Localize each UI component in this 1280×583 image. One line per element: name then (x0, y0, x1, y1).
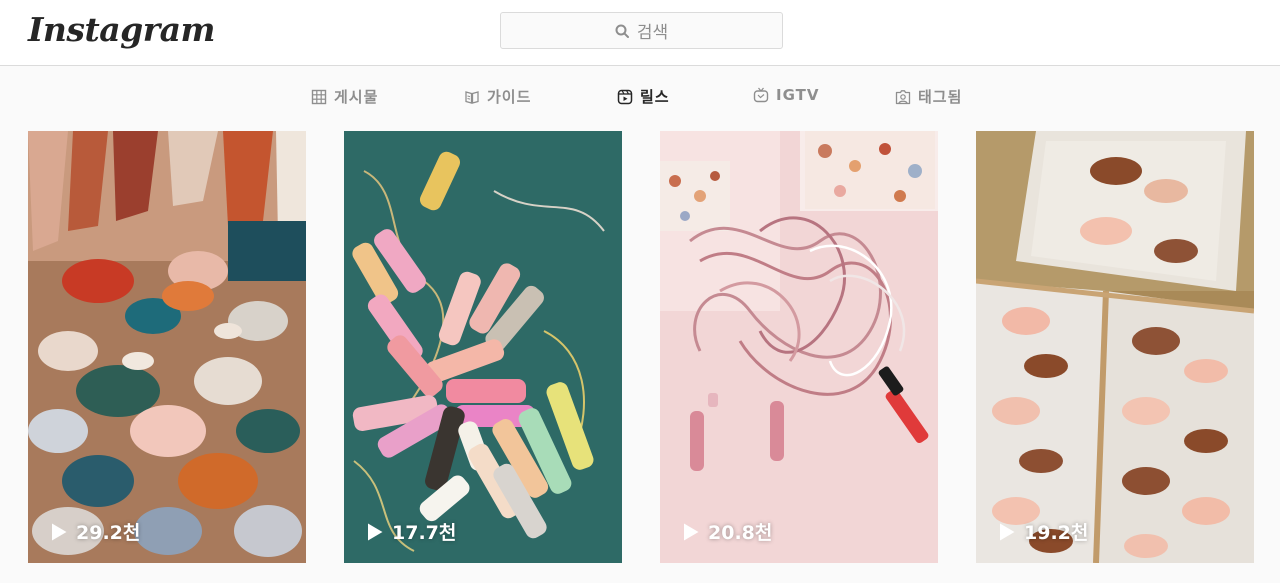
guide-icon (465, 90, 479, 104)
grid-icon (311, 89, 327, 104)
play-icon (368, 523, 383, 540)
view-count-label: 17.7천 (392, 522, 457, 544)
reel-image-packaged-bows (976, 131, 1254, 563)
view-count: 19.2천 (998, 518, 1088, 545)
reel-thumbnail[interactable]: 17.7천 (344, 131, 622, 563)
tab-igtv[interactable]: IGTV (753, 86, 819, 104)
search-placeholder: 검색 (636, 23, 669, 43)
view-count: 29.2천 (50, 518, 140, 545)
tagged-icon (895, 89, 911, 104)
reel-image-cords (660, 131, 938, 563)
search-icon (615, 24, 629, 38)
play-icon (52, 523, 67, 540)
tab-tagged-label: 태그됨 (918, 88, 963, 106)
top-navigation-bar: Instagram 검색 (0, 0, 1280, 66)
view-count: 20.8천 (682, 518, 772, 545)
reel-thumbnail[interactable]: 29.2천 (28, 131, 306, 563)
play-icon (1000, 523, 1015, 540)
tab-reels-label: 릴스 (640, 88, 670, 106)
igtv-icon (753, 87, 769, 103)
tab-igtv-label: IGTV (776, 86, 820, 104)
play-icon (684, 523, 699, 540)
tab-tagged[interactable]: 태그됨 (895, 86, 962, 107)
reel-image-chalk (344, 131, 622, 563)
reel-thumbnail[interactable]: 19.2천 (976, 131, 1254, 563)
view-count-label: 29.2천 (76, 522, 141, 544)
tab-reels[interactable]: 릴스 (617, 86, 670, 107)
instagram-logo[interactable]: Instagram (28, 10, 215, 49)
tab-guides-label: 가이드 (487, 88, 532, 106)
search-input[interactable]: 검색 (500, 12, 783, 49)
view-count-label: 19.2천 (1024, 522, 1089, 544)
reel-image-bows (28, 131, 306, 563)
tab-posts[interactable]: 게시물 (311, 86, 378, 107)
profile-tabs: 게시물 가이드 릴스 IGTV 태그됨 (0, 66, 1280, 128)
view-count-label: 20.8천 (708, 522, 773, 544)
reel-thumbnail[interactable]: 20.8천 (660, 131, 938, 563)
reels-icon (617, 89, 633, 104)
tab-posts-label: 게시물 (334, 88, 379, 106)
tab-guides[interactable]: 가이드 (464, 86, 531, 107)
view-count: 17.7천 (366, 518, 456, 545)
